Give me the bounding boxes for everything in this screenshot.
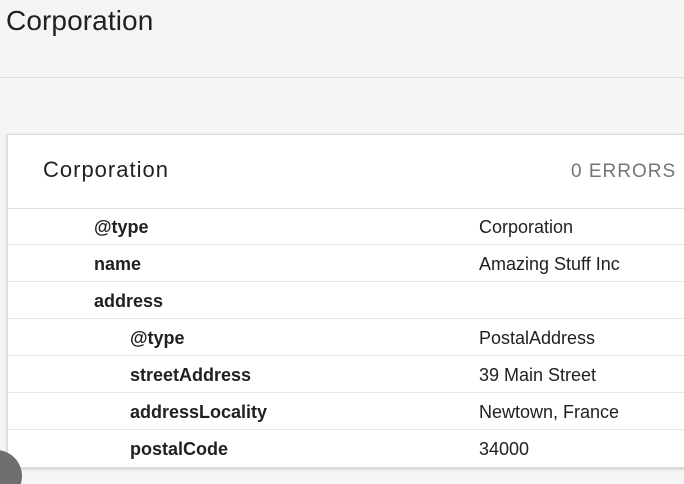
property-name: addressLocality: [130, 402, 268, 422]
property-value: 39 Main Street: [479, 365, 597, 385]
property-value: Newtown, France: [479, 402, 620, 422]
property-row: name Amazing Stuff Inc: [8, 245, 684, 282]
property-row: streetAddress 39 Main Street: [8, 356, 684, 393]
property-name: postalCode: [130, 439, 229, 459]
page: Corporation Corporation 0 ERRORS @type C…: [0, 0, 684, 484]
top-header: Corporation: [0, 0, 684, 78]
card-header[interactable]: Corporation 0 ERRORS: [8, 135, 684, 209]
property-name: streetAddress: [130, 365, 252, 385]
property-name: name: [94, 254, 142, 274]
property-name: address: [94, 291, 164, 311]
property-row: addressLocality Newtown, France: [8, 393, 684, 430]
property-name: @type: [94, 217, 149, 237]
property-row: @type Corporation: [8, 208, 684, 245]
property-name: @type: [130, 328, 185, 348]
card-title: Corporation: [43, 157, 169, 182]
property-row: postalCode 34000: [8, 430, 684, 467]
page-title: Corporation: [6, 5, 154, 36]
property-value: Amazing Stuff Inc: [479, 254, 620, 274]
property-value: 34000: [479, 439, 530, 459]
error-count: 0 ERRORS: [571, 161, 677, 182]
property-value: PostalAddress: [479, 328, 596, 348]
property-row: @type PostalAddress: [8, 319, 684, 356]
property-table: @type Corporation name Amazing Stuff Inc…: [8, 208, 684, 467]
property-value: Corporation: [479, 217, 574, 237]
result-card: Corporation 0 ERRORS @type Corporation n…: [7, 134, 684, 468]
property-row: address: [8, 282, 684, 319]
